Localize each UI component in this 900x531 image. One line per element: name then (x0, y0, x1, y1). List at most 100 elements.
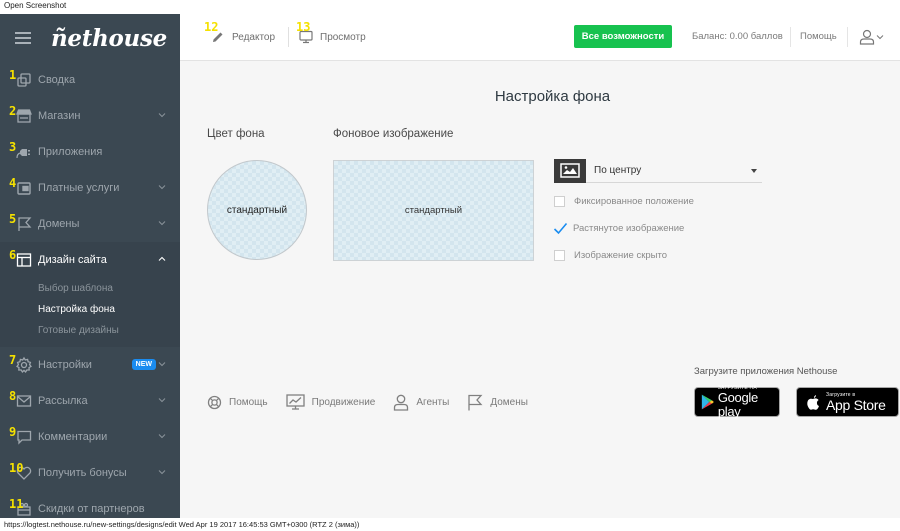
comment-icon (15, 428, 33, 446)
option-label: Растянутое изображение (573, 222, 685, 234)
footer-link-help[interactable]: Помощь (207, 395, 268, 410)
chevron-down-icon (158, 470, 166, 475)
top-toolbar: 12 Редактор 13 Просмотр Все возможности … (180, 14, 900, 61)
app-store-button[interactable]: Загрузите в App Store (796, 387, 899, 417)
footer-link-agents[interactable]: Агенты (393, 394, 449, 411)
chevron-down-icon (158, 434, 166, 439)
user-icon (859, 29, 875, 45)
flag-icon (468, 394, 483, 410)
chevron-down-icon (158, 113, 166, 118)
checkbox-unchecked[interactable] (554, 249, 565, 261)
annotation-number: 2 (9, 104, 17, 118)
annotation-number: 4 (9, 176, 17, 190)
wallet-icon (15, 179, 33, 197)
chevron-down-icon (158, 362, 166, 367)
hidden-image-checkbox[interactable]: Изображение скрыто (554, 247, 667, 263)
annotation-number: 5 (9, 212, 17, 226)
squares-icon (15, 71, 33, 89)
background-color-label: Цвет фона (207, 128, 265, 140)
sidebar-item-store[interactable]: 2 Магазин (0, 98, 180, 134)
new-badge: NEW (131, 359, 156, 370)
google-play-button[interactable]: ЗАГРУЗИТЕ НА Google play (694, 385, 780, 419)
apps-download-label: Загрузите приложения Nethouse (694, 366, 838, 377)
sidebar-subitem-background-settings[interactable]: Настройка фона (0, 299, 180, 320)
sidebar-subitem-ready-designs[interactable]: Готовые дизайны (0, 320, 180, 341)
sidebar-item-label: Приложения (38, 146, 103, 158)
background-color-picker[interactable]: стандартный (207, 160, 307, 260)
chevron-up-icon (158, 256, 166, 261)
chart-monitor-icon (285, 394, 305, 410)
footer-link-domains[interactable]: Домены (467, 394, 528, 411)
option-label: Фиксированное положение (574, 195, 694, 207)
all-features-button[interactable]: Все возможности (574, 25, 672, 48)
gear-icon (15, 356, 33, 374)
tab-label: Просмотр (320, 31, 366, 43)
footer-link-label: Продвижение (311, 396, 376, 408)
image-position-select[interactable]: По центру (554, 158, 762, 183)
mail-icon (15, 392, 33, 410)
sidebar-item-mailing[interactable]: 8 Рассылка (0, 383, 180, 419)
sidebar-item-label: Скидки от партнеров (38, 503, 145, 515)
fixed-position-checkbox[interactable]: Фиксированное положение (554, 193, 694, 209)
color-value: стандартный (226, 204, 288, 216)
annotation-number: 7 (9, 353, 17, 367)
footer-link-label: Домены (490, 396, 528, 408)
main-content: Настройка фона Цвет фона Фоновое изображ… (180, 61, 900, 518)
footer-links: Помощь Продвижение Агенты Домены (207, 392, 546, 412)
balance-text: Баланс: 0.00 баллов (692, 31, 783, 42)
stretched-image-checkbox[interactable]: Растянутое изображение (553, 220, 685, 236)
help-link[interactable]: Помощь (800, 31, 837, 42)
sidebar-item-label: Магазин (38, 110, 81, 122)
tab-divider (288, 27, 289, 47)
sidebar-item-apps[interactable]: 3 Приложения (0, 134, 180, 170)
flag-icon (15, 215, 33, 233)
menu-icon[interactable] (15, 32, 31, 44)
chevron-down-icon (158, 398, 166, 403)
sidebar-item-settings[interactable]: 7 Настройки NEW (0, 347, 180, 383)
sidebar-item-label: Настройки (38, 359, 92, 371)
position-value: По центру (594, 165, 642, 176)
sidebar-item-label: Дизайн сайта (38, 254, 107, 266)
tab-label: Редактор (232, 31, 276, 43)
sidebar-item-comments[interactable]: 9 Комментарии (0, 419, 180, 455)
plug-icon (15, 143, 33, 161)
google-play-name: Google play (717, 390, 758, 419)
footer-link-label: Помощь (229, 396, 268, 408)
annotation-number: 6 (9, 248, 17, 262)
checkmark-icon[interactable] (553, 222, 568, 235)
store-icon (15, 107, 33, 125)
tab-editor[interactable]: 12 Редактор (204, 14, 276, 60)
sidebar-header: ñethouse (0, 14, 180, 62)
sidebar-item-label: Домены (38, 218, 80, 230)
background-image-upload[interactable]: стандартный (333, 160, 534, 261)
annotation-number: 11 (9, 497, 24, 511)
layout-icon (15, 251, 33, 269)
image-icon (554, 158, 586, 183)
sidebar-item-paid-services[interactable]: 4 Платные услуги (0, 170, 180, 206)
chevron-down-icon (158, 185, 166, 190)
checkbox-unchecked[interactable] (554, 195, 565, 207)
user-menu-button[interactable] (858, 26, 888, 48)
chevron-down-icon (158, 221, 166, 226)
annotation-number: 9 (9, 425, 17, 439)
sidebar-item-site-design[interactable]: 6 Дизайн сайта (0, 242, 180, 278)
sidebar-item-summary[interactable]: 1 Сводка (0, 62, 180, 98)
logo[interactable]: ñethouse (51, 25, 167, 52)
lifebuoy-icon (207, 395, 222, 409)
image-value: стандартный (404, 205, 463, 216)
google-play-icon (701, 394, 714, 410)
footer-link-label: Агенты (416, 396, 450, 408)
sidebar-item-bonuses[interactable]: 10 Получить бонусы (0, 455, 180, 491)
sidebar: ñethouse 1 Сводка 2 Магазин 3 Приложения… (0, 14, 180, 518)
sidebar-item-domains[interactable]: 5 Домены (0, 206, 180, 242)
app-store-name: App Store (826, 397, 886, 413)
sidebar-group-site-design: 6 Дизайн сайта Выбор шаблона Настройка ф… (0, 242, 180, 347)
annotation-number: 12 (204, 20, 219, 34)
sidebar-subitem-template-choice[interactable]: Выбор шаблона (0, 278, 180, 299)
caret-down-icon (751, 168, 757, 173)
sidebar-item-label: Сводка (38, 74, 76, 86)
footer-link-promotion[interactable]: Продвижение (285, 394, 376, 410)
divider (790, 27, 791, 47)
tab-preview[interactable]: 13 Просмотр (296, 14, 366, 60)
window-caption: Open Screenshot (4, 1, 67, 10)
